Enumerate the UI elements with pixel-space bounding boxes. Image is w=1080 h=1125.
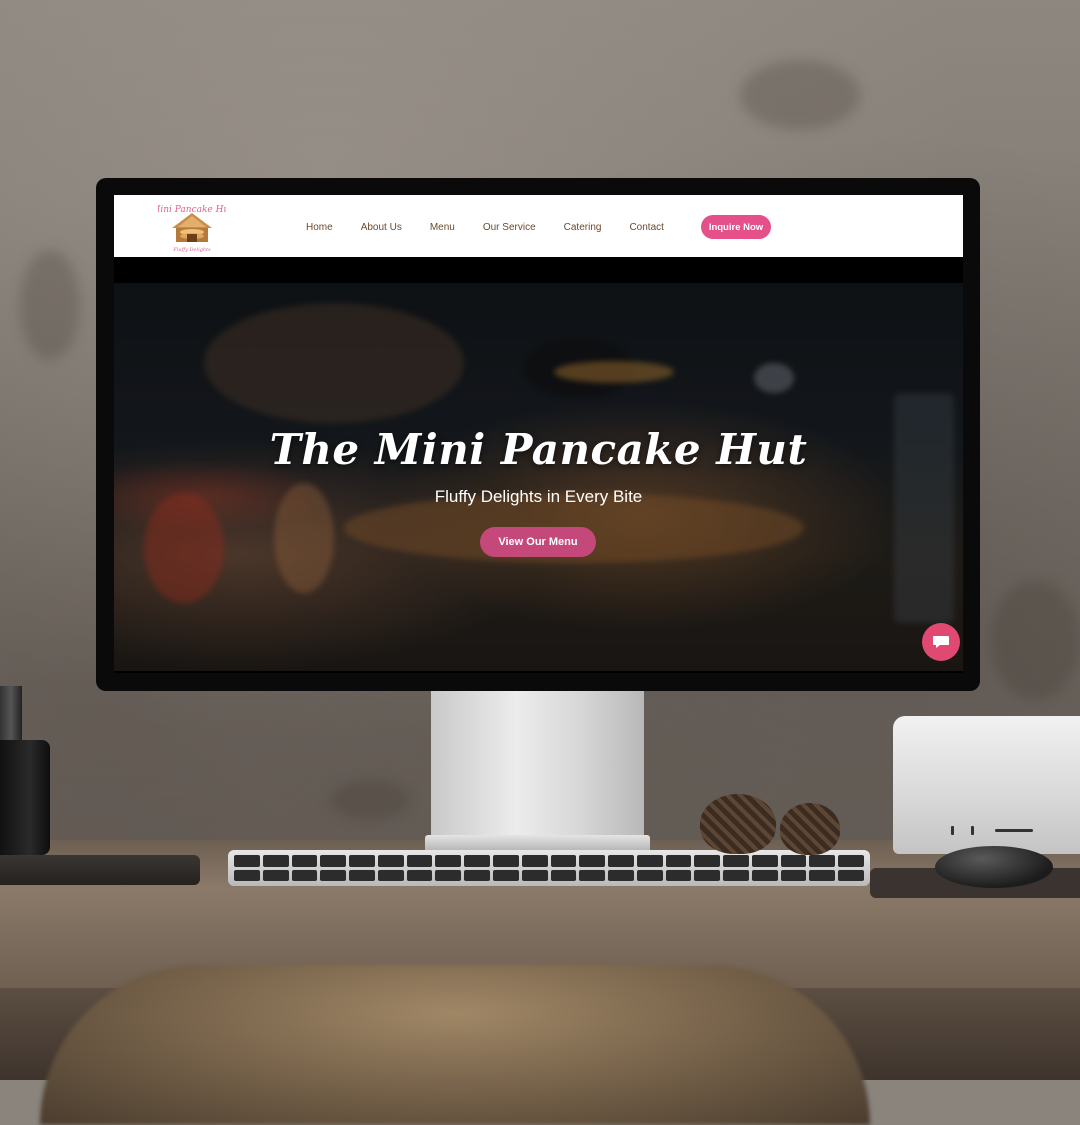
monitor-stand xyxy=(431,690,644,840)
pancake-hut-logo-icon: Mini Pancake Hut Fluffy Delights xyxy=(150,205,233,253)
keyboard-key xyxy=(291,869,318,881)
mouse xyxy=(935,846,1053,888)
keyboard-key xyxy=(435,855,462,867)
usb-port xyxy=(971,826,974,835)
keyboard-key xyxy=(636,855,663,867)
keyboard-key xyxy=(492,869,519,881)
site-header: Mini Pancake Hut Fluffy Delights Home Ab… xyxy=(114,195,963,257)
nav-contact[interactable]: Contact xyxy=(629,222,663,233)
keyboard-key xyxy=(320,855,347,867)
keyboard-key xyxy=(838,855,864,867)
hero-dim-overlay xyxy=(114,283,963,671)
keyboard-key xyxy=(550,869,577,881)
keyboard-key xyxy=(377,855,404,867)
mini-pc xyxy=(893,716,1080,854)
wall-stain xyxy=(20,250,80,360)
keyboard-key xyxy=(349,869,375,881)
keyboard-key xyxy=(608,869,634,881)
keyboard-key xyxy=(694,855,721,867)
keyboard-key xyxy=(377,869,404,881)
keyboard-key xyxy=(780,855,807,867)
keyboard-key xyxy=(579,869,606,881)
keyboard-key xyxy=(262,855,289,867)
nav-catering[interactable]: Catering xyxy=(564,222,602,233)
keyboard-key xyxy=(435,869,462,881)
keyboard-key xyxy=(665,869,692,881)
hero-title: The Mini Pancake Hut xyxy=(269,425,808,474)
keyboard-key xyxy=(492,855,519,867)
keyboard-key xyxy=(291,855,318,867)
keyboard-key xyxy=(464,869,490,881)
keyboard-key xyxy=(751,855,778,867)
keyboard-key xyxy=(636,869,663,881)
keyboard-key xyxy=(579,855,606,867)
card-slot xyxy=(995,829,1033,832)
wall-stain xyxy=(740,60,860,130)
pinecone xyxy=(780,803,840,855)
keyboard-key xyxy=(550,855,577,867)
keyboard-key xyxy=(723,855,749,867)
keyboard-key xyxy=(751,869,778,881)
tablet-device xyxy=(0,855,200,885)
usb-port xyxy=(951,826,954,835)
wall-stain xyxy=(990,580,1080,700)
keyboard-key xyxy=(262,869,289,881)
svg-text:Fluffy Delights: Fluffy Delights xyxy=(172,247,211,253)
nav-about-us[interactable]: About Us xyxy=(361,222,402,233)
nav-our-service[interactable]: Our Service xyxy=(483,222,536,233)
keyboard xyxy=(228,850,870,886)
nav-home[interactable]: Home xyxy=(306,222,333,233)
keyboard-key xyxy=(234,869,260,881)
mug xyxy=(0,740,50,855)
keyboard-key xyxy=(234,855,260,867)
keyboard-key xyxy=(521,855,548,867)
keyboard-key xyxy=(320,869,347,881)
keyboard-key xyxy=(406,855,433,867)
keyboard-key xyxy=(665,855,692,867)
keyboard-key xyxy=(521,869,548,881)
chat-bubble-icon xyxy=(933,636,949,648)
keyboard-key xyxy=(838,869,864,881)
pinecone xyxy=(700,794,776,854)
brand-logo[interactable]: Mini Pancake Hut Fluffy Delights xyxy=(150,200,233,254)
view-menu-button[interactable]: View Our Menu xyxy=(480,527,596,557)
keyboard-key xyxy=(809,855,836,867)
keyboard-key xyxy=(723,869,749,881)
chair xyxy=(40,965,870,1125)
keyboard-key xyxy=(406,869,433,881)
monitor-screen: Mini Pancake Hut Fluffy Delights Home Ab… xyxy=(114,195,963,673)
main-nav: Home About Us Menu Our Service Catering … xyxy=(306,215,664,239)
chat-button[interactable] xyxy=(922,623,960,661)
header-spacer xyxy=(114,257,963,283)
keyboard-key xyxy=(809,869,836,881)
hero-subtitle: Fluffy Delights in Every Bite xyxy=(434,487,643,506)
keyboard-key xyxy=(694,869,721,881)
keyboard-key xyxy=(464,855,490,867)
keyboard-key xyxy=(780,869,807,881)
nav-menu[interactable]: Menu xyxy=(430,222,455,233)
keyboard-key xyxy=(608,855,634,867)
wall-stain xyxy=(330,780,410,820)
keyboard-key xyxy=(349,855,375,867)
inquire-now-button[interactable]: Inquire Now xyxy=(701,215,771,239)
hero-section: The Mini Pancake Hut Fluffy Delights in … xyxy=(114,283,963,671)
mug-handle xyxy=(0,686,22,742)
